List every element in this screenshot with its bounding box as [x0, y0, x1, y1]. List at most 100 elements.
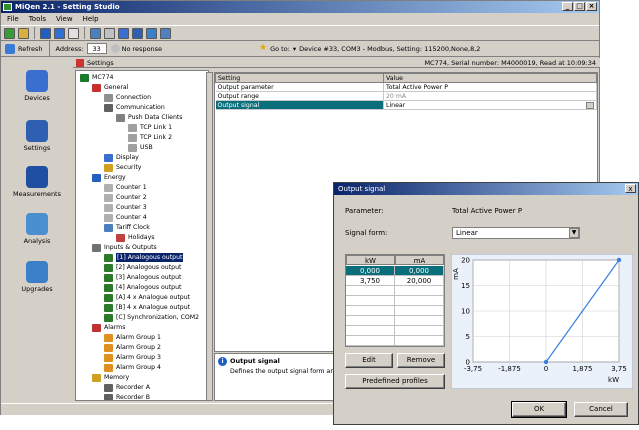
- menu-view[interactable]: View: [56, 13, 73, 25]
- menu-tools[interactable]: Tools: [29, 13, 46, 25]
- close-button[interactable]: ×: [586, 2, 597, 11]
- address-bar: Refresh Address: 33 No response ★ Go to:…: [1, 41, 599, 57]
- compare-icon[interactable]: [104, 27, 115, 39]
- tree-item[interactable]: Alarm Group 1: [104, 333, 161, 342]
- value-column-header[interactable]: Value: [383, 73, 597, 83]
- tree-item[interactable]: [3] Analogous output: [104, 273, 181, 282]
- tree-item[interactable]: [C] Synchronization, COM2: [104, 313, 199, 322]
- tree-item[interactable]: Counter 4: [104, 213, 147, 222]
- tree-item-icon: [104, 203, 113, 212]
- tree-scrollbar[interactable]: [206, 72, 213, 401]
- nav-devices[interactable]: Devices: [1, 70, 73, 102]
- tree-item[interactable]: Alarm Group 3: [104, 353, 161, 362]
- tree-item[interactable]: [B] 4 x Analogue output: [104, 303, 190, 312]
- setting-value[interactable]: 20 mA: [383, 91, 597, 101]
- settings-tool-icon[interactable]: [160, 27, 171, 39]
- tree-item[interactable]: TCP Link 2: [128, 133, 172, 142]
- tree-item[interactable]: Counter 1: [104, 183, 147, 192]
- tree-item-label: [C] Synchronization, COM2: [116, 314, 200, 321]
- tree-item[interactable]: Counter 2: [104, 193, 147, 202]
- tree-item[interactable]: Alarms: [92, 323, 125, 332]
- grid-row[interactable]: [346, 316, 444, 326]
- print-icon[interactable]: [90, 27, 101, 39]
- tree-item[interactable]: USB: [128, 143, 153, 152]
- grid-column-header[interactable]: mA: [395, 255, 444, 265]
- grid-row[interactable]: [346, 296, 444, 306]
- tree-item[interactable]: Inputs & Outputs: [92, 243, 157, 252]
- grid-cell: [346, 306, 395, 316]
- copy-icon[interactable]: [68, 27, 79, 39]
- minimize-button[interactable]: _: [562, 2, 573, 11]
- send-icon[interactable]: [146, 27, 157, 39]
- chevron-down-icon[interactable]: ▼: [569, 228, 579, 238]
- predefined-profiles-button[interactable]: Predefined profiles: [345, 374, 445, 389]
- nav-analysis[interactable]: Analysis: [1, 213, 73, 245]
- address-input[interactable]: 33: [86, 43, 107, 54]
- tree-item[interactable]: Recorder A: [104, 383, 150, 392]
- settings-row[interactable]: Output parameter Total Active Power P: [215, 82, 597, 92]
- grid-column-header[interactable]: kW: [346, 255, 395, 265]
- maximize-button[interactable]: □: [574, 2, 585, 11]
- grid-row[interactable]: [346, 286, 444, 296]
- title-bar: MiQen 2.1 - Setting Studio _ □ ×: [1, 1, 599, 13]
- tree-item[interactable]: Display: [104, 153, 139, 162]
- cancel-button[interactable]: Cancel: [574, 402, 628, 417]
- tree-item-icon: [104, 183, 113, 192]
- setting-column-header[interactable]: Setting: [215, 73, 384, 83]
- tree-item-icon: [104, 363, 113, 372]
- ellipsis-button[interactable]: [586, 101, 594, 109]
- nav-measurements[interactable]: Measurements: [1, 166, 73, 198]
- tree-item[interactable]: Alarm Group 4: [104, 363, 161, 372]
- tree-item[interactable]: Push Data Clients: [116, 113, 183, 122]
- tree-item[interactable]: Memory: [92, 373, 129, 382]
- setting-value[interactable]: Linear: [383, 100, 597, 110]
- dialog-close-button[interactable]: x: [625, 184, 636, 193]
- grid-row[interactable]: 0,000 0,000: [346, 266, 444, 276]
- tree-item[interactable]: [2] Analogous output: [104, 263, 181, 272]
- tree-item[interactable]: General: [92, 83, 128, 92]
- settings-row[interactable]: Output signal Linear: [215, 100, 597, 110]
- tree-item-icon: [104, 273, 113, 282]
- tree-item[interactable]: Holidays: [116, 233, 154, 242]
- monitor-icon[interactable]: [132, 27, 143, 39]
- grid-row[interactable]: [346, 336, 444, 346]
- settings-row[interactable]: Output range 20 mA: [215, 91, 597, 101]
- tree-item[interactable]: Alarm Group 2: [104, 343, 161, 352]
- open-icon[interactable]: [18, 27, 29, 39]
- chart-icon[interactable]: [118, 27, 129, 39]
- tree-item[interactable]: Tariff Clock: [104, 223, 150, 232]
- edit-button[interactable]: Edit: [345, 353, 393, 368]
- parameter-value: Total Active Power P: [452, 207, 523, 215]
- tree-item[interactable]: TCP Link 1: [128, 123, 172, 132]
- menu-help[interactable]: Help: [83, 13, 99, 25]
- goto-label[interactable]: Go to:: [270, 45, 290, 53]
- grid-row[interactable]: 3,750 20,000: [346, 276, 444, 286]
- tree-item-icon: [104, 353, 113, 362]
- goto-dropdown-icon[interactable]: ▾: [293, 45, 296, 53]
- signal-form-select[interactable]: Linear ▼: [452, 227, 580, 239]
- tree-item[interactable]: Recorder B: [104, 393, 150, 400]
- tree-item[interactable]: Energy: [92, 173, 126, 182]
- nav-upgrades[interactable]: Upgrades: [1, 261, 73, 293]
- tree-item[interactable]: [1] Analogous output: [104, 253, 184, 262]
- remove-button[interactable]: Remove: [397, 353, 445, 368]
- ok-button[interactable]: OK: [511, 401, 567, 418]
- save-icon[interactable]: [40, 27, 51, 39]
- setting-name: Output range: [215, 91, 384, 101]
- grid-row[interactable]: [346, 326, 444, 336]
- tree-item[interactable]: MC774: [80, 73, 113, 82]
- new-icon[interactable]: [4, 27, 15, 39]
- grid-row[interactable]: [346, 306, 444, 316]
- tree-item[interactable]: [A] 4 x Analogue output: [104, 293, 190, 302]
- tree-item[interactable]: Counter 3: [104, 203, 147, 212]
- grid-cell: [346, 286, 395, 296]
- tree-item[interactable]: Security: [104, 163, 141, 172]
- save-as-icon[interactable]: [54, 27, 65, 39]
- nav-settings[interactable]: Settings: [1, 120, 73, 152]
- menu-file[interactable]: File: [7, 13, 19, 25]
- tree-item[interactable]: Connection: [104, 93, 151, 102]
- setting-value[interactable]: Total Active Power P: [383, 82, 597, 92]
- tree-item[interactable]: [4] Analogous output: [104, 283, 181, 292]
- refresh-button[interactable]: Refresh: [1, 41, 50, 56]
- tree-item[interactable]: Communication: [104, 103, 165, 112]
